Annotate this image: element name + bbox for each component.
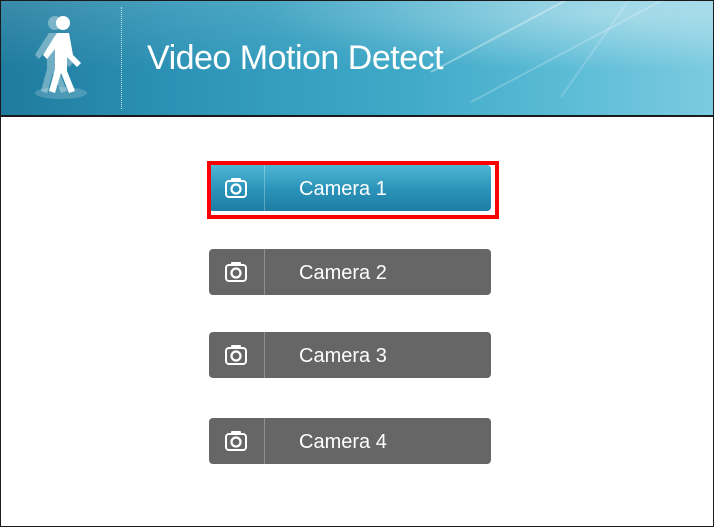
button-separator xyxy=(264,418,265,464)
header-divider xyxy=(121,7,122,109)
camera-4-button[interactable]: Camera 4 xyxy=(209,418,491,464)
camera-label: Camera 3 xyxy=(299,345,387,367)
camera-label: Camera 2 xyxy=(299,262,387,284)
camera-icon xyxy=(209,165,263,211)
button-separator xyxy=(264,165,265,211)
camera-1-button[interactable]: Camera 1 xyxy=(209,165,491,211)
camera-label: Camera 4 xyxy=(299,431,387,453)
header-bar: Video Motion Detect xyxy=(1,1,713,117)
camera-icon xyxy=(209,418,263,464)
app-window: Video Motion Detect Camera 1 Camera 2 Ca… xyxy=(0,0,714,527)
camera-label: Camera 1 xyxy=(299,178,387,200)
walking-person-icon xyxy=(35,16,87,99)
camera-3-button[interactable]: Camera 3 xyxy=(209,332,491,378)
page-title: Video Motion Detect xyxy=(147,39,444,77)
button-separator xyxy=(264,332,265,378)
camera-icon xyxy=(209,249,263,295)
camera-2-button[interactable]: Camera 2 xyxy=(209,249,491,295)
camera-icon xyxy=(209,332,263,378)
button-separator xyxy=(264,249,265,295)
